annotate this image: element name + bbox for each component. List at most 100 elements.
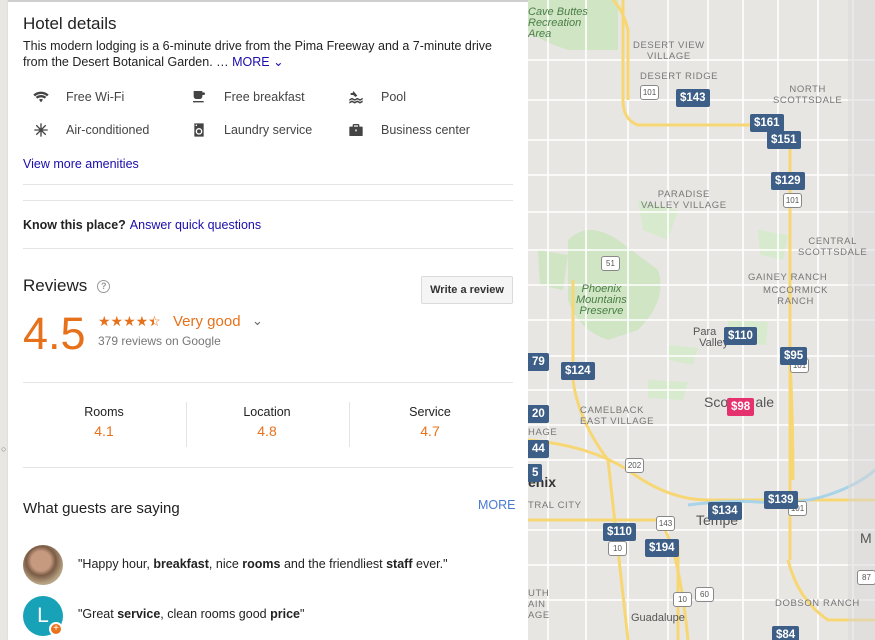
help-icon[interactable]: ? xyxy=(97,279,111,293)
reviews-title: Reviews xyxy=(23,276,88,295)
quote-text: "Happy hour, xyxy=(78,557,154,571)
divider xyxy=(23,184,513,185)
map-label: Guadalupe xyxy=(631,612,685,624)
route-shield: 101 xyxy=(783,193,802,208)
map-label: NORTH SCOTTSDALE xyxy=(773,84,843,106)
hotel-description: This modern lodging is a 6-minute drive … xyxy=(23,38,518,70)
map[interactable]: Cave Buttes Recreation Area DESERT VIEW VIL… xyxy=(528,0,875,640)
amenity-label: Air-conditioned xyxy=(66,123,150,137)
category-score: 4.7 xyxy=(420,423,440,439)
price-pin[interactable]: $161 xyxy=(750,114,784,132)
rating-text[interactable]: Very good xyxy=(173,313,241,330)
route-shield: 101 xyxy=(640,85,659,100)
quote-text: " xyxy=(299,607,305,621)
guest-quote[interactable]: "Happy hour, breakfast, nice rooms and t… xyxy=(78,557,448,571)
quote-text: , clean rooms good xyxy=(160,607,271,621)
route-shield: 10 xyxy=(673,592,692,607)
price-pin-partial[interactable]: 20 xyxy=(528,405,549,423)
write-review-button[interactable]: Write a review xyxy=(421,276,513,304)
hotel-details-panel: Hotel details This modern lodging is a 6… xyxy=(8,0,528,640)
review-count[interactable]: 379 reviews on Google xyxy=(98,334,221,348)
avatar-letter: L xyxy=(37,604,49,627)
guests-more-link[interactable]: MORE xyxy=(478,498,516,512)
review-score: 4.5 xyxy=(23,308,86,359)
amenity-label: Free breakfast xyxy=(224,90,305,104)
map-label: Cave Buttes Recreation Area xyxy=(528,6,588,40)
price-pin[interactable]: $95 xyxy=(780,347,808,365)
map-label: CENTRAL SCOTTSDALE xyxy=(798,236,868,258)
price-pin[interactable]: $129 xyxy=(771,172,805,190)
price-pin[interactable]: $194 xyxy=(645,539,679,557)
wifi-icon xyxy=(33,91,49,103)
route-shield: 87 xyxy=(857,570,875,585)
map-label: PARADISE VALLEY VILLAGE xyxy=(641,189,727,211)
price-pin-partial[interactable]: 44 xyxy=(528,440,549,458)
description-more-link[interactable]: MORE ⌄ xyxy=(232,55,283,69)
reviews-heading: Reviews ? xyxy=(23,276,111,296)
route-shield: 202 xyxy=(625,458,644,473)
map-edge-dot: ○ xyxy=(1,444,7,454)
view-more-amenities-link[interactable]: View more amenities xyxy=(23,157,139,171)
price-pin-partial[interactable]: 5 xyxy=(528,464,543,482)
route-shield: 10 xyxy=(608,541,627,556)
map-label: UTH AIN AGE xyxy=(528,588,550,621)
map-label: Phoenix Mountains Preserve xyxy=(576,283,627,317)
divider xyxy=(23,200,513,201)
more-label: MORE xyxy=(232,55,270,69)
price-pin-partial[interactable]: 79 xyxy=(528,353,549,371)
quote-text: ever." xyxy=(412,557,448,571)
know-prompt: Know this place? xyxy=(23,218,126,232)
route-shield: 60 xyxy=(695,587,714,602)
quote-text: and the friendliest xyxy=(280,557,387,571)
amenity-pool: Pool xyxy=(348,89,406,105)
amenity-label: Laundry service xyxy=(224,123,313,137)
route-shield: 51 xyxy=(601,256,620,271)
divider xyxy=(23,467,513,468)
price-pin[interactable]: $124 xyxy=(561,362,595,380)
map-label: MCCORMICK RANCH xyxy=(763,285,829,307)
laundry-icon xyxy=(194,123,204,137)
quote-keyword: rooms xyxy=(242,557,281,571)
price-pin[interactable]: $84 xyxy=(772,626,800,640)
star-rating: ★★★★☆★ xyxy=(98,313,161,329)
map-label: DESERT VIEW VILLAGE xyxy=(633,40,705,62)
category-rooms: Rooms 4.1 xyxy=(23,405,185,439)
price-pin-selected[interactable]: $98 xyxy=(727,398,755,416)
hotel-details-title: Hotel details xyxy=(23,14,117,33)
quote-keyword: price xyxy=(270,607,300,621)
map-label: DESERT RIDGE xyxy=(640,71,719,82)
divider xyxy=(23,248,513,249)
map-label: GAINEY RANCH xyxy=(748,272,828,283)
map-label: DOBSON RANCH xyxy=(775,598,860,609)
quote-text: , nice xyxy=(208,557,243,571)
route-shield: 143 xyxy=(656,516,675,531)
rating-chevron-down-icon[interactable]: ⌄ xyxy=(252,313,263,329)
map-label: M xyxy=(860,530,872,546)
map-label: HAGE xyxy=(528,427,558,438)
quote-keyword: service xyxy=(117,607,161,621)
answer-questions-link[interactable]: Answer quick questions xyxy=(130,218,261,232)
price-pin[interactable]: $151 xyxy=(767,131,801,149)
category-label: Service xyxy=(409,405,451,419)
price-pin[interactable]: $139 xyxy=(764,491,798,509)
category-label: Location xyxy=(243,405,291,419)
breakfast-icon xyxy=(193,91,205,103)
know-this-place: Know this place? Answer quick questions xyxy=(23,218,261,232)
divider xyxy=(23,382,513,383)
quote-keyword: staff xyxy=(386,557,413,571)
price-pin[interactable]: $134 xyxy=(708,502,742,520)
map-label: Para Valley xyxy=(693,326,729,349)
guest-quote[interactable]: "Great service, clean rooms good price" xyxy=(78,607,304,621)
quote-keyword: breakfast xyxy=(153,557,209,571)
price-pin[interactable]: $143 xyxy=(676,89,710,107)
guests-heading: What guests are saying xyxy=(23,500,180,517)
snowflake-icon xyxy=(34,123,48,137)
price-pin[interactable]: $110 xyxy=(603,523,636,541)
amenity-free-wifi: Free Wi-Fi xyxy=(33,89,124,105)
briefcase-icon xyxy=(349,124,363,136)
category-service: Service 4.7 xyxy=(349,405,511,439)
amenity-air-conditioned: Air-conditioned xyxy=(33,122,149,138)
category-label: Rooms xyxy=(84,405,124,419)
chevron-down-icon: ⌄ xyxy=(273,55,284,69)
price-pin[interactable]: $110 xyxy=(724,327,757,345)
